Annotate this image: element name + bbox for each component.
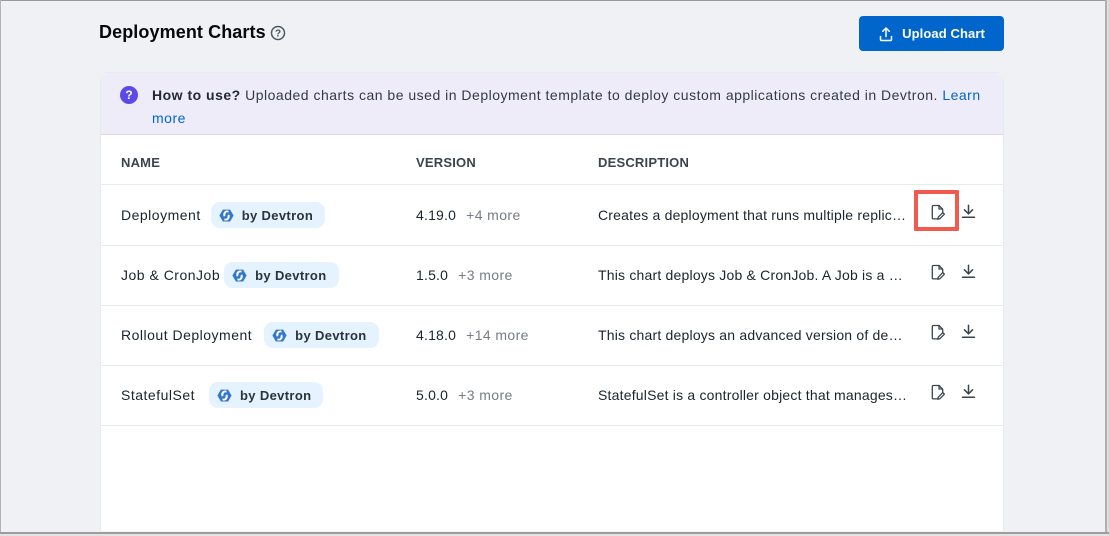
svg-text:?: ? — [275, 28, 281, 39]
